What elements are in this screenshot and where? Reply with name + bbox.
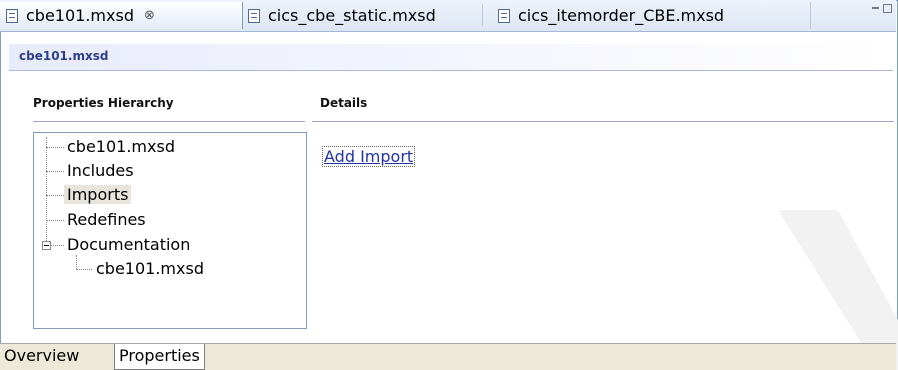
document-icon [6, 8, 18, 23]
tree-connector [50, 245, 64, 246]
tree-connector [46, 147, 64, 148]
form-title: cbe101.mxsd [19, 49, 109, 63]
section-divider [312, 121, 894, 122]
properties-hierarchy-heading: Properties Hierarchy [33, 96, 174, 110]
tree-node-imports[interactable]: Imports [64, 185, 132, 205]
details-heading: Details [320, 96, 368, 110]
tree-connector [46, 171, 64, 172]
minimize-icon[interactable] [872, 7, 879, 9]
document-icon [248, 8, 260, 23]
tree-node-root[interactable]: cbe101.mxsd [64, 137, 178, 157]
properties-tree[interactable]: cbe101.mxsd Includes Imports Redefines D… [33, 132, 307, 329]
tab-overview[interactable]: Overview [0, 344, 83, 368]
tab-cics-itemorder[interactable]: cics_itemorder_CBE.mxsd [482, 2, 811, 29]
tree-connector [76, 269, 92, 270]
maximize-icon[interactable] [883, 4, 892, 13]
tab-label: cics_cbe_static.mxsd [268, 6, 436, 25]
collapse-icon[interactable] [42, 241, 51, 250]
tree-connector [76, 255, 77, 269]
tree-node-redefines[interactable]: Redefines [64, 210, 149, 230]
editor-tab-bar: cbe101.mxsd ⊗ cics_cbe_static.mxsd cics_… [0, 0, 896, 32]
tree-connector [46, 195, 64, 196]
add-import-link[interactable]: Add Import [322, 146, 416, 167]
close-icon[interactable]: ⊗ [144, 8, 155, 23]
tab-label: cics_itemorder_CBE.mxsd [518, 6, 725, 25]
section-divider [33, 121, 305, 122]
tree-node-documentation[interactable]: Documentation [64, 235, 193, 255]
tree-node-includes[interactable]: Includes [64, 161, 137, 181]
document-icon [498, 8, 510, 23]
page-tab-bar: Overview Properties [0, 343, 896, 370]
window-controls [872, 4, 892, 13]
tree-connector [46, 137, 47, 245]
form-title-bar: cbe101.mxsd [9, 44, 893, 71]
tab-cics-cbe-static[interactable]: cics_cbe_static.mxsd [238, 2, 486, 29]
tree-connector [46, 220, 64, 221]
tab-label: cbe101.mxsd [26, 6, 134, 25]
tab-properties[interactable]: Properties [114, 344, 205, 370]
tab-cbe101[interactable]: cbe101.mxsd ⊗ [0, 2, 243, 29]
tree-node-documentation-child[interactable]: cbe101.mxsd [93, 259, 207, 279]
